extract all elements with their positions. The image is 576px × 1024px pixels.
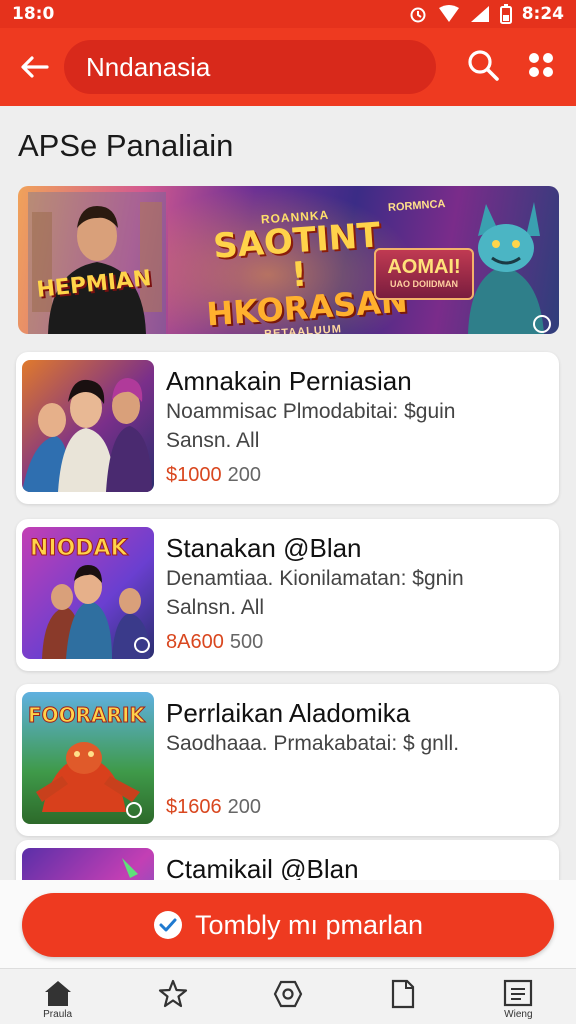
game-price: 8A600 bbox=[166, 631, 224, 653]
section-title: APSe Panaliain bbox=[18, 128, 234, 163]
banner-headline: ROANNKA SAOTINT ! HKORASAN BETAALUUM bbox=[200, 204, 409, 334]
banner-creature-image bbox=[468, 202, 551, 334]
game-count: 200 bbox=[227, 464, 261, 486]
game-price-row: $1606 200 bbox=[166, 796, 261, 819]
game-subtitle: Saodhaaa. Prmakabatai: $ gnll. bbox=[166, 732, 460, 755]
search-button[interactable] bbox=[466, 48, 500, 87]
apps-button[interactable] bbox=[526, 50, 556, 85]
promo-banner[interactable]: HEPMIAN RORMNCA ROANNKA SAOTINT ! HKORAS… bbox=[18, 186, 559, 334]
nav-label-home: Praula bbox=[43, 1009, 73, 1020]
game-subtitle: Denamtiaa. Kionilamatan: $gnin bbox=[166, 567, 464, 590]
search-icon bbox=[468, 49, 499, 81]
game-price-row: $1000 200 bbox=[166, 464, 261, 487]
search-field[interactable]: Nndanasia bbox=[64, 40, 436, 94]
back-button[interactable] bbox=[14, 47, 54, 87]
app-bar: Nndanasia bbox=[0, 28, 576, 106]
game-thumbnail bbox=[22, 360, 154, 492]
status-bar: 18:0 8:24 bbox=[0, 0, 576, 28]
banner-top-tag: RORMNCA bbox=[387, 198, 446, 214]
battery-icon bbox=[499, 4, 512, 24]
nav-item-menu[interactable]: Wieng bbox=[483, 979, 553, 1020]
nav-item-library[interactable] bbox=[368, 979, 438, 1011]
app-bar-actions bbox=[466, 48, 562, 87]
svg-text:NIODAK: NIODAK bbox=[30, 536, 129, 561]
status-time: 18:0 bbox=[12, 4, 55, 24]
game-card[interactable]: NIODAK Stanakan @Blan Denamtiaa. Kionila… bbox=[16, 519, 559, 671]
signal-icon bbox=[470, 6, 489, 22]
game-card[interactable]: Amnakain Perniasian Noammisac Plmodabita… bbox=[16, 352, 559, 504]
game-meta: Salnsn. All bbox=[166, 596, 265, 619]
nav-item-home[interactable]: Praula bbox=[23, 979, 93, 1020]
banner-character-image bbox=[28, 192, 166, 334]
game-price-row: 8A600 500 bbox=[166, 631, 263, 654]
game-subtitle: Noammisac Plmodabitai: $guin bbox=[166, 400, 456, 423]
store-icon bbox=[273, 980, 303, 1008]
search-text: Nndanasia bbox=[86, 51, 211, 82]
game-title: Perrlaikan Aladomika bbox=[166, 698, 411, 728]
game-price: $1606 bbox=[166, 796, 222, 818]
svg-text:FOORARIK: FOORARIK bbox=[28, 703, 146, 727]
alarm-icon bbox=[410, 7, 426, 23]
nav-label-menu: Wieng bbox=[504, 1009, 533, 1020]
game-thumbnail: NIODAK bbox=[22, 527, 154, 659]
nav-item-store[interactable] bbox=[253, 979, 323, 1011]
game-count: 500 bbox=[229, 631, 264, 653]
menu-list-icon bbox=[504, 979, 533, 1007]
star-icon bbox=[158, 979, 187, 1008]
check-circle-icon bbox=[153, 911, 182, 939]
nav-item-favorites[interactable] bbox=[138, 979, 208, 1011]
wifi-icon bbox=[438, 5, 459, 22]
game-title: Amnakain Perniasian bbox=[166, 366, 412, 396]
game-title: Stanakan @Blan bbox=[166, 533, 362, 563]
game-price: $1000 bbox=[166, 464, 222, 486]
home-icon bbox=[44, 981, 71, 1006]
game-meta: Sansn. All bbox=[166, 429, 260, 452]
primary-cta-button[interactable]: Tombly mı pmarlan bbox=[22, 893, 554, 957]
cta-label: Tombly mı pmarlan bbox=[194, 909, 424, 940]
document-icon bbox=[392, 979, 415, 1009]
apps-icon bbox=[529, 52, 553, 77]
status-icons: 8:24 bbox=[408, 4, 564, 24]
game-card[interactable]: FOORARIK Perrlaikan Aladomika Saodhaaa. … bbox=[16, 684, 559, 836]
game-thumbnail: FOORARIK bbox=[22, 692, 154, 824]
bottom-nav: Praula Wieng bbox=[0, 968, 576, 1024]
game-count: 200 bbox=[227, 796, 261, 818]
back-arrow-icon bbox=[21, 56, 49, 78]
status-clock: 8:24 bbox=[521, 4, 564, 24]
